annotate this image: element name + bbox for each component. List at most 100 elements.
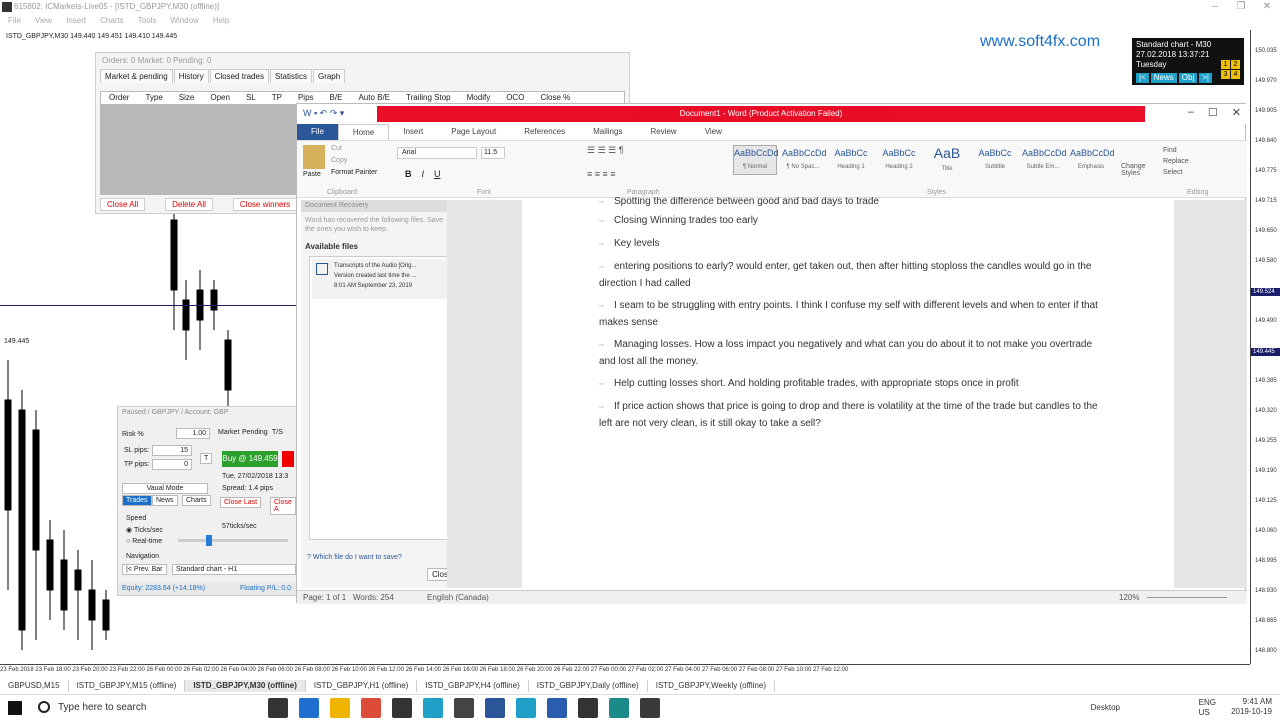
chart-tab[interactable]: ISTD_GBPJPY,H1 (offline) <box>306 680 418 692</box>
tp-input[interactable]: 0 <box>152 459 192 470</box>
style-emphasis[interactable]: AaBbCcDd Emphasis <box>1069 145 1115 175</box>
taskbar-app-icon[interactable] <box>609 698 629 718</box>
recovery-file-item[interactable]: Transcripts of the Audio [Orig... Versio… <box>312 259 450 299</box>
tab-charts[interactable]: Charts <box>182 495 211 506</box>
menu-insert[interactable]: Insert <box>66 14 86 28</box>
chart-tab[interactable]: ISTD_GBPJPY,H4 (offline) <box>417 680 529 692</box>
horizontal-price-line[interactable] <box>0 305 300 306</box>
taskbar-search[interactable]: Type here to search <box>34 698 264 718</box>
taskbar-app-icon[interactable] <box>423 698 443 718</box>
taskbar-app-icon[interactable] <box>485 698 505 718</box>
orders-grid[interactable] <box>100 105 296 195</box>
minimize-icon[interactable]: – <box>1188 106 1194 119</box>
windows-start-icon[interactable] <box>8 701 22 715</box>
close-all-sim-button[interactable]: Close A <box>270 497 296 515</box>
taskbar-app-icon[interactable] <box>454 698 474 718</box>
tab-references[interactable]: References <box>510 124 579 140</box>
which-file-link[interactable]: ? Which file do I want to save? <box>307 554 402 561</box>
style-subtle-emphasis[interactable]: AaBbCcDd Subtle Em... <box>1021 145 1067 175</box>
taskbar-app-icon[interactable] <box>640 698 660 718</box>
taskbar-app-icon[interactable] <box>299 698 319 718</box>
info-square-1[interactable]: 1 <box>1221 60 1230 69</box>
doc-line-2[interactable]: ▫▫ Key levels <box>599 236 1099 253</box>
menu-help[interactable]: Help <box>213 14 229 28</box>
tab-ts[interactable]: T/S <box>272 429 283 436</box>
chart-tab[interactable]: GBPUSD,M15 <box>0 680 69 692</box>
visual-mode-button[interactable]: Vaual Mode <box>122 483 208 494</box>
info-square-4[interactable]: 4 <box>1231 70 1240 79</box>
tab-home[interactable]: Home <box>337 124 390 140</box>
chart-tab[interactable]: ISTD_GBPJPY,Weekly (offline) <box>648 680 775 692</box>
tab-news[interactable]: News <box>152 495 178 506</box>
close-last-button[interactable]: Close Last <box>220 497 262 508</box>
last-bar-button[interactable]: >| <box>1199 73 1212 83</box>
speed-slider-handle[interactable] <box>206 535 212 546</box>
info-square-3[interactable]: 3 <box>1221 70 1230 79</box>
col-order[interactable]: Order <box>101 92 137 104</box>
close-icon[interactable]: ✕ <box>1232 106 1241 119</box>
news-button[interactable]: News <box>1150 73 1177 83</box>
paste-icon[interactable] <box>303 145 325 169</box>
minimize-icon[interactable]: – <box>1202 0 1228 14</box>
prev-bar-button[interactable]: |< Prev. Bar <box>122 564 167 575</box>
ticks-radio[interactable]: ◉ Ticks/sec <box>126 526 163 534</box>
taskbar-app-icon[interactable] <box>361 698 381 718</box>
italic-icon[interactable]: I <box>422 169 425 179</box>
font-size-select[interactable]: 11.5 <box>481 147 505 159</box>
tab-mailings[interactable]: Mailings <box>579 124 636 140</box>
taskbar-app-icon[interactable] <box>392 698 412 718</box>
col-open[interactable]: Open <box>202 92 238 104</box>
info-square-2[interactable]: 2 <box>1231 60 1240 69</box>
sl-input[interactable]: 15 <box>152 445 192 456</box>
style-normal[interactable]: AaBbCcDd ¶ Normal <box>733 145 779 175</box>
chart-tab-active[interactable]: ISTD_GBPJPY,M30 (offline) <box>185 680 306 692</box>
sell-button[interactable] <box>282 451 294 467</box>
tab-page-layout[interactable]: Page Layout <box>437 124 510 140</box>
tab-review[interactable]: Review <box>636 124 690 140</box>
doc-line-4[interactable]: ▫▫ I seam to be struggling with entry poi… <box>599 298 1099 331</box>
zoom-level[interactable]: 120% <box>1119 591 1139 605</box>
taskbar-app-icon[interactable] <box>578 698 598 718</box>
doc-line-5[interactable]: ▫▫ Managing losses. How a loss impact you… <box>599 337 1099 370</box>
menu-view[interactable]: View <box>35 14 52 28</box>
tab-history[interactable]: History <box>173 69 209 83</box>
chart-select[interactable]: Standard chart - H1 <box>172 564 296 575</box>
t-button[interactable]: T <box>200 453 213 464</box>
document-body[interactable]: ▫▫ Spotting the difference between good a… <box>599 197 1099 438</box>
menu-window[interactable]: Window <box>170 14 198 28</box>
buy-button[interactable]: Buy @ 149.459 <box>222 451 278 467</box>
tab-statistics[interactable]: Statistics <box>269 69 312 83</box>
font-name-select[interactable]: Arial <box>397 147 477 159</box>
word-count[interactable]: Words: 254 <box>353 591 394 605</box>
format-painter-button[interactable]: Format Painter <box>331 169 377 176</box>
delete-all-button[interactable]: Delete All <box>165 198 213 211</box>
taskbar-app-icon[interactable] <box>268 698 288 718</box>
close-winners-button[interactable]: Close winners <box>232 198 298 211</box>
select-button[interactable]: Select <box>1163 167 1189 178</box>
style-heading-1[interactable]: AaBbCc Heading 1 <box>829 145 873 175</box>
clock[interactable]: 9:41 AM 2019-10-19 <box>1231 697 1272 717</box>
taskbar-app-icon[interactable] <box>547 698 567 718</box>
find-button[interactable]: Find <box>1163 145 1189 156</box>
chart-tab[interactable]: ISTD_GBPJPY,Daily (offline) <box>529 680 648 692</box>
col-size[interactable]: Size <box>171 92 203 104</box>
word-quick-access[interactable]: W ▪ ↶ ↷ ▾ <box>303 108 344 119</box>
close-icon[interactable]: ✕ <box>1254 0 1280 14</box>
style-subtitle[interactable]: AaBbCc Subtitle <box>973 145 1017 175</box>
language-indicator[interactable]: ENG US <box>1199 698 1216 718</box>
change-styles-button[interactable]: Change Styles <box>1121 163 1151 177</box>
risk-select[interactable]: Risk % <box>122 431 144 438</box>
tab-view[interactable]: View <box>691 124 736 140</box>
objects-button[interactable]: Obj <box>1178 73 1198 83</box>
maximize-icon[interactable]: ☐ <box>1208 106 1218 119</box>
bold-icon[interactable]: B <box>405 169 412 179</box>
tab-graph[interactable]: Graph <box>312 69 346 83</box>
taskbar-app-icon[interactable] <box>516 698 536 718</box>
col-tp[interactable]: TP <box>264 92 290 104</box>
tab-trades[interactable]: Trades <box>122 495 152 506</box>
language-indicator[interactable]: English (Canada) <box>427 591 489 605</box>
copy-button[interactable]: Copy <box>331 157 347 164</box>
risk-input[interactable]: 1.00 <box>176 428 210 439</box>
taskbar-app-icon[interactable] <box>330 698 350 718</box>
tab-insert[interactable]: Insert <box>389 124 437 140</box>
